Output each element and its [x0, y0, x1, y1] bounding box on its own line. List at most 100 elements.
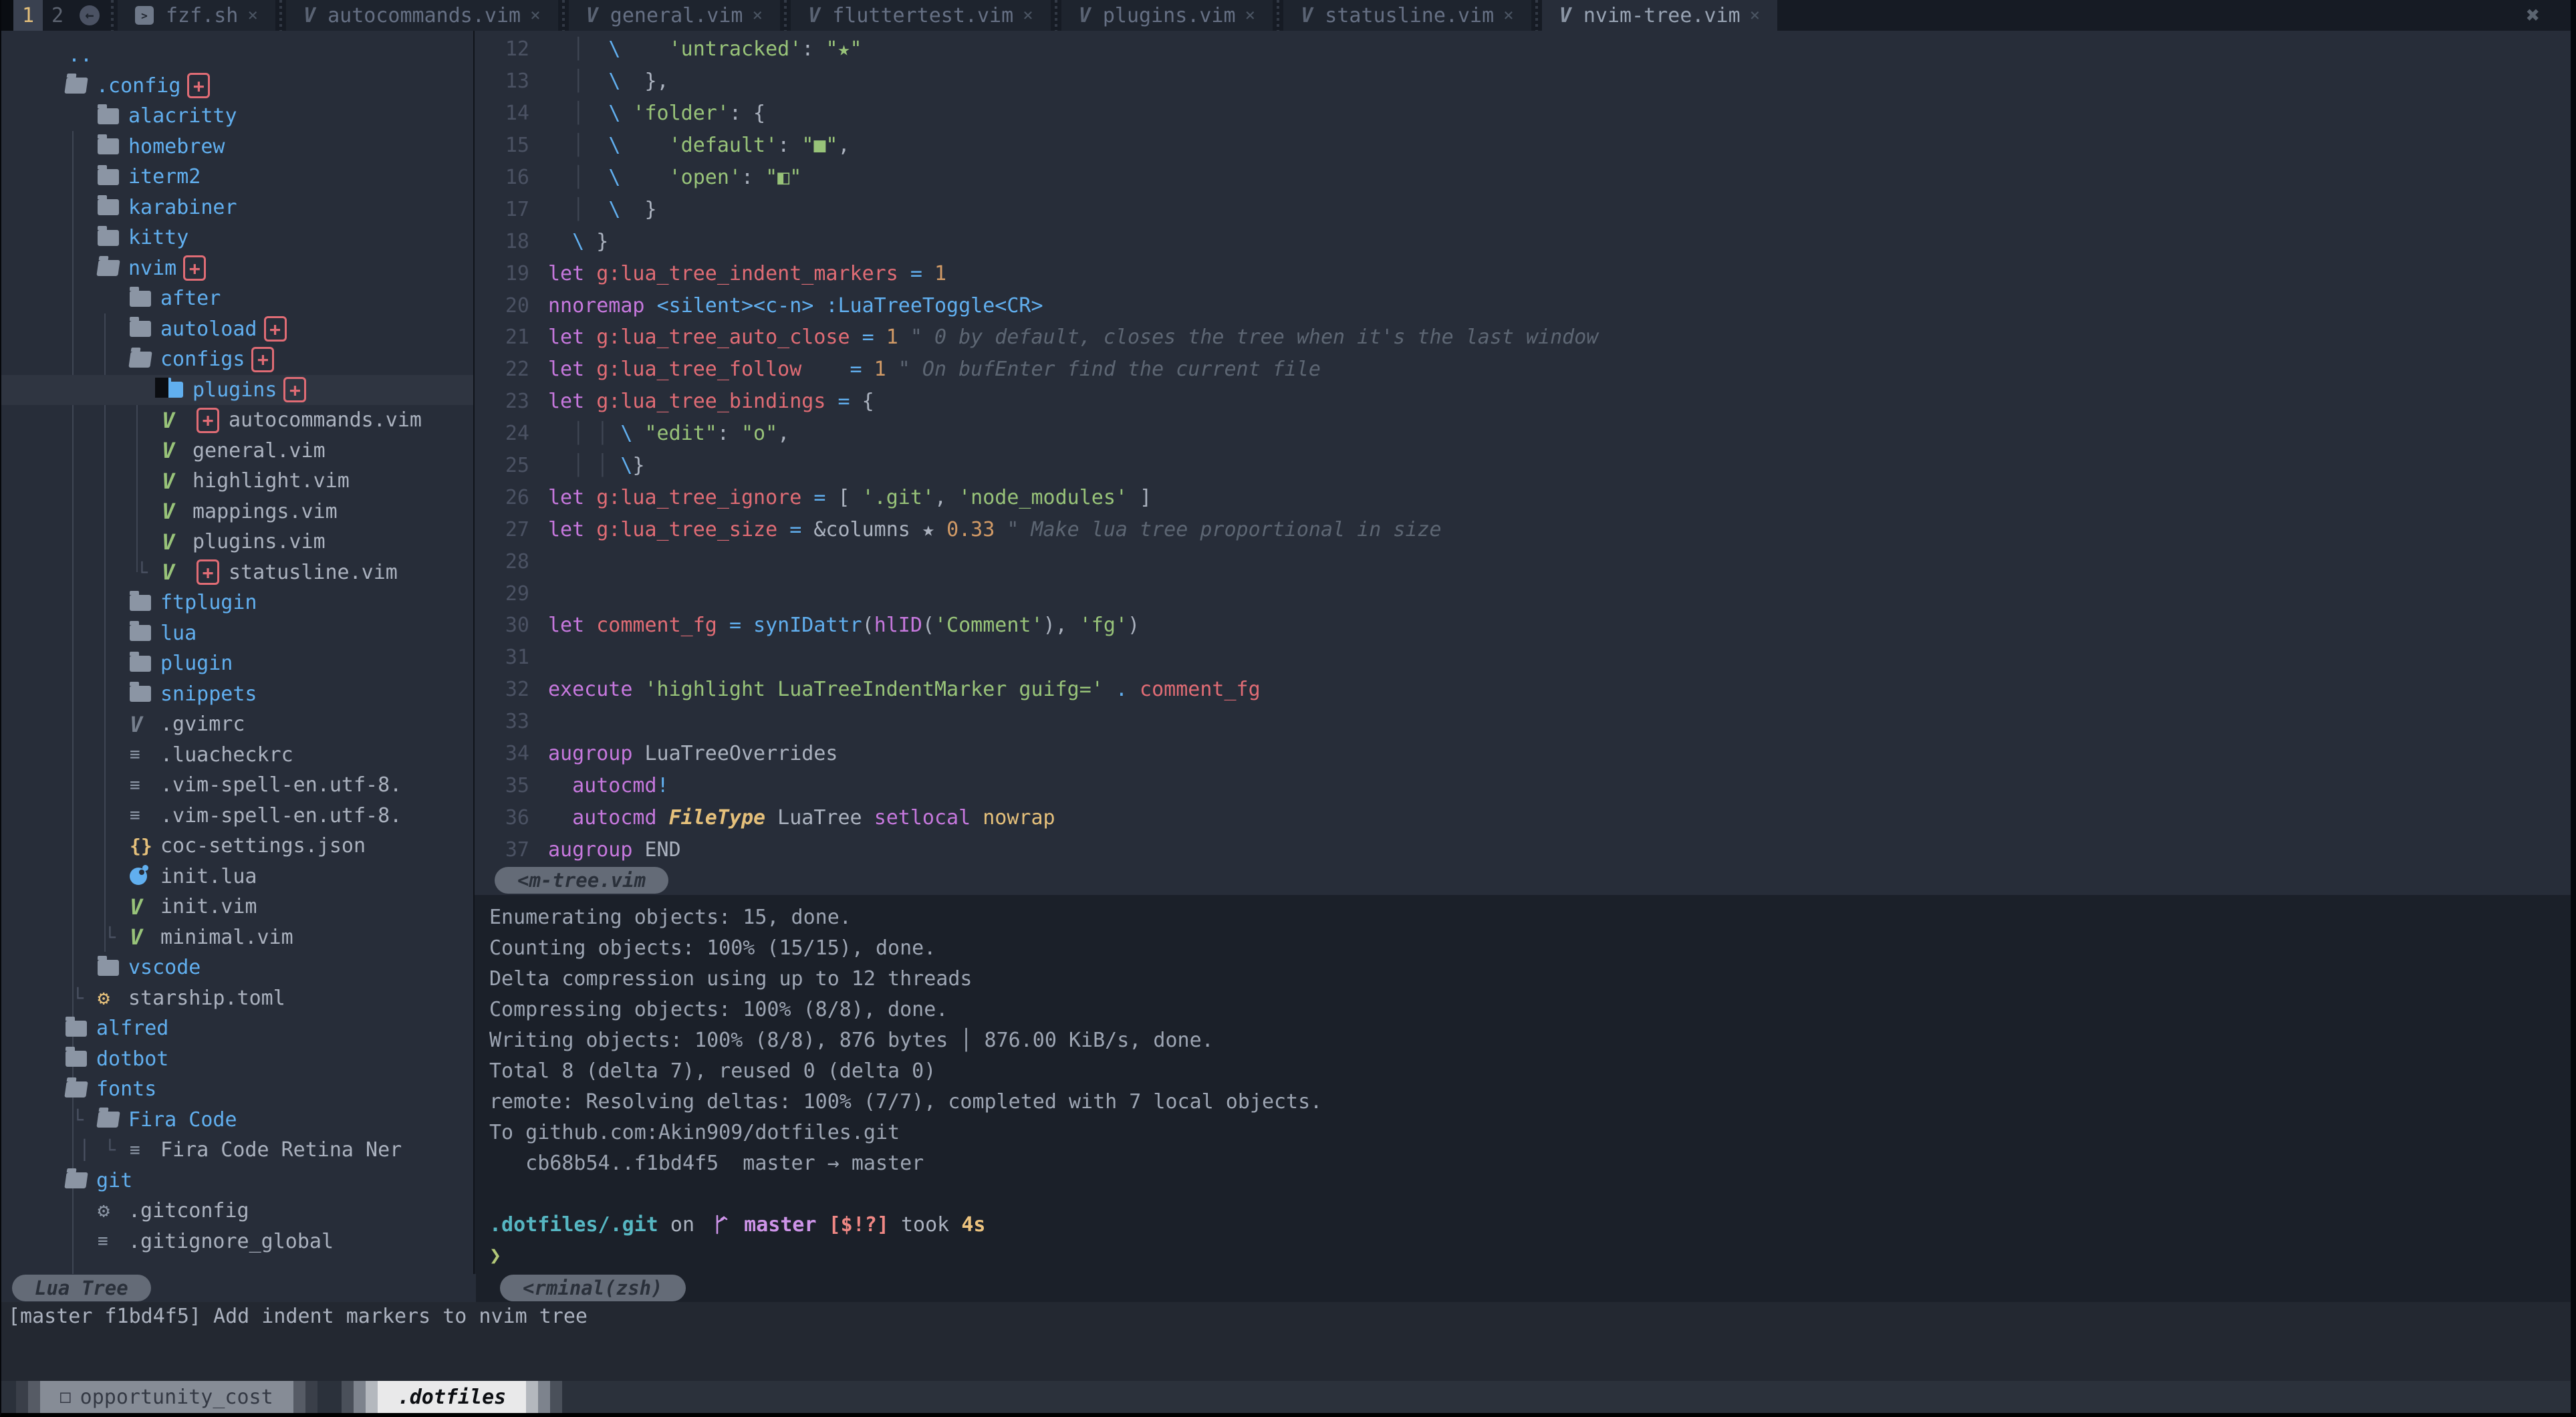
code-line: 13 │ \ },: [475, 66, 2571, 98]
tree-item-label: .config: [96, 74, 180, 98]
tree-item-alacritty[interactable]: alacritty: [1, 101, 473, 132]
tree-item-iterm2[interactable]: iterm2: [1, 162, 473, 192]
folder-icon: [130, 321, 151, 337]
tree-item-mappings.vim[interactable]: Vmappings.vim: [1, 497, 473, 527]
tab-fluttertest.vim[interactable]: Vfluttertest.vim×: [791, 0, 1051, 31]
tree-item-starship.toml[interactable]: └⚙starship.toml: [1, 983, 473, 1014]
buffer-tabs: >fzf.sh× Vautocommands.vim× Vgeneral.vim× V…: [118, 0, 1777, 31]
tree-item-general.vim[interactable]: Vgeneral.vim: [1, 436, 473, 467]
tab-window-number[interactable]: 1: [13, 0, 43, 31]
tree-item-karabiner[interactable]: karabiner: [1, 192, 473, 223]
tab-close-icon[interactable]: ×: [247, 5, 258, 25]
tmux-window-.dotfiles[interactable]: .dotfiles: [342, 1381, 563, 1413]
tree-item-.luacheckrc[interactable]: ≡.luacheckrc: [1, 740, 473, 771]
vim-file-icon: V: [162, 559, 174, 585]
folder-icon: [130, 656, 158, 672]
tab-window-number[interactable]: 2: [43, 0, 72, 31]
tree-item-after[interactable]: after: [1, 283, 473, 314]
tree-item-init.vim[interactable]: Vinit.vim: [1, 892, 473, 922]
tree-item-git[interactable]: git: [1, 1166, 473, 1196]
tab-label: plugins.vim: [1103, 4, 1236, 27]
tree-item-minimal.vim[interactable]: └Vminimal.vim: [1, 922, 473, 953]
tree-item-label: init.lua: [160, 865, 257, 888]
close-all-icon[interactable]: ✖: [2496, 0, 2571, 31]
code-line-text: let comment_fg = synIDattr(hlID('Comment…: [548, 614, 1140, 637]
tree-item-highlight.vim[interactable]: Vhighlight.vim: [1, 466, 473, 497]
code-token: =: [813, 486, 825, 509]
tab-close-icon[interactable]: ×: [530, 5, 541, 25]
tree-item-..[interactable]: ..: [1, 40, 473, 71]
tree-item-fonts[interactable]: fonts: [1, 1074, 473, 1105]
tab-statusline.vim[interactable]: Vstatusline.vim×: [1283, 0, 1531, 31]
tree-item-kitty[interactable]: kitty: [1, 223, 473, 253]
tree-item-Fira-Code[interactable]: └Fira Code: [1, 1105, 473, 1136]
tmux-window-name: opportunity_cost: [80, 1386, 273, 1409]
code-token: "■": [801, 134, 838, 157]
tree-item-coc-settings.json[interactable]: {}coc-settings.json: [1, 831, 473, 862]
text-file-icon: ≡: [130, 805, 140, 825]
tree-item-.gitignore-global[interactable]: ≡.gitignore_global: [1, 1227, 473, 1257]
vim-icon: V: [162, 469, 190, 494]
folder-icon: [98, 169, 119, 185]
tree-item-configs[interactable]: configs+: [1, 344, 473, 375]
terminal-pane[interactable]: Enumerating objects: 15, done.Counting o…: [475, 895, 2571, 1274]
tree-item-init.lua[interactable]: init.lua: [1, 862, 473, 892]
tree-connector: └: [72, 987, 98, 1009]
tree-item-plugins.vim[interactable]: Vplugins.vim: [1, 527, 473, 557]
line-number: 27: [475, 518, 548, 541]
code-token: [850, 326, 862, 349]
tab-plugins.vim[interactable]: Vplugins.vim×: [1061, 0, 1273, 31]
tab-close-icon[interactable]: ×: [1023, 5, 1033, 25]
tab-fzf.sh[interactable]: >fzf.sh×: [118, 0, 275, 31]
tree-item-nvim[interactable]: nvim+: [1, 253, 473, 284]
tab-autocommands.vim[interactable]: Vautocommands.vim×: [286, 0, 558, 31]
code-line-text: let g:lua_tree_ignore = [ '.git', 'node_…: [548, 486, 1152, 509]
tree-item-.vim-spell-en.utf-8.[interactable]: ≡.vim-spell-en.utf-8.: [1, 801, 473, 831]
code-token: nnoremap: [548, 294, 645, 317]
code-line-text: │ \ },: [548, 70, 669, 93]
tree-item-autocommands.vim[interactable]: V+autocommands.vim: [1, 405, 473, 436]
tree-item-statusline.vim[interactable]: └V+statusline.vim: [1, 557, 473, 588]
folder-icon: [98, 960, 126, 976]
code-token: " Make lua tree proportional in size: [1007, 518, 1441, 541]
code-line-text: nnoremap <silent><c-n> :LuaTreeToggle<CR…: [548, 294, 1043, 317]
tree-item-vscode[interactable]: vscode: [1, 952, 473, 983]
tab-close-icon[interactable]: ×: [752, 5, 763, 25]
tree-item-plugins[interactable]: plugins+: [1, 375, 473, 406]
folder-icon: [98, 108, 119, 124]
tree-item-ftplugin[interactable]: ftplugin: [1, 588, 473, 618]
tree-item-dotbot[interactable]: dotbot: [1, 1044, 473, 1075]
tab-close-icon[interactable]: ×: [1245, 5, 1256, 25]
tmux-window-opportunitycost[interactable]: □opportunity_cost: [16, 1381, 317, 1413]
tree-item-.gitconfig[interactable]: ⚙.gitconfig: [1, 1196, 473, 1227]
terminal-prompt: .dotfiles/.git on master [$!?] took 4s: [489, 1209, 2571, 1240]
tree-item-homebrew[interactable]: homebrew: [1, 132, 473, 162]
line-number: 19: [475, 262, 548, 285]
code-token: [: [825, 486, 862, 509]
tree-item-.gvimrc[interactable]: V.gvimrc: [1, 709, 473, 740]
tree-item-autoload[interactable]: autoload+: [1, 314, 473, 345]
code-line: 34augroup LuaTreeOverrides: [475, 738, 2571, 770]
code-token: 1: [934, 262, 946, 285]
code-line-text: let g:lua_tree_follow = 1 " On bufEnter …: [548, 358, 1321, 381]
tab-close-icon[interactable]: ×: [1503, 5, 1514, 25]
code-line-text: │ │ \ "edit": "o",: [548, 422, 789, 445]
tree-item-lua[interactable]: lua: [1, 618, 473, 649]
tree-item-.config[interactable]: .config+: [1, 71, 473, 102]
tree-item-alfred[interactable]: alfred: [1, 1013, 473, 1044]
terminal-cursor-line[interactable]: ❯: [489, 1240, 2571, 1271]
tree-item-snippets[interactable]: snippets: [1, 679, 473, 710]
code-token: [548, 230, 572, 253]
folder-open-icon: [64, 1172, 88, 1188]
tree-item-Fira-Code-Retina-Ner[interactable]: │└≡Fira Code Retina Ner: [1, 1135, 473, 1166]
terminal-line: Delta compression using up to 12 threads: [489, 963, 2571, 994]
tree-item-plugin[interactable]: plugin: [1, 648, 473, 679]
tree-item-.vim-spell-en.utf-8.[interactable]: ≡.vim-spell-en.utf-8.: [1, 770, 473, 801]
code-token: },: [620, 70, 668, 93]
tab-nvim-tree.vim[interactable]: Vnvim-tree.vim×: [1542, 0, 1778, 31]
tab-general.vim[interactable]: Vgeneral.vim×: [569, 0, 780, 31]
tab-close-icon[interactable]: ×: [1750, 5, 1761, 25]
code-editor[interactable]: 12 │ \ 'untracked': "★"13 │ \ },14 │ \ '…: [475, 31, 2571, 866]
session-refresh-icon[interactable]: ←: [72, 0, 107, 31]
line-number: 16: [475, 166, 548, 189]
